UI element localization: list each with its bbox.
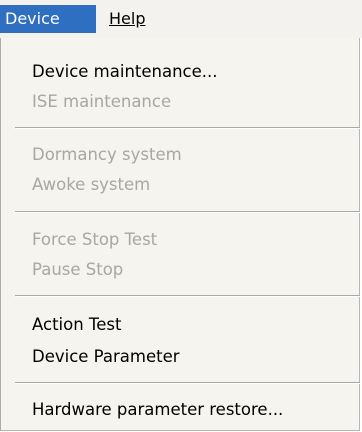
menu-help-label: Help bbox=[109, 9, 146, 28]
menu-item-action-test[interactable]: Action Test bbox=[32, 310, 121, 340]
menubar: Device Help bbox=[0, 0, 362, 38]
menu-item-force-stop-test: Force Stop Test bbox=[32, 230, 158, 249]
menu-item-dormancy-system: Dormancy system bbox=[32, 145, 182, 164]
menu-item-pause-stop: Pause Stop bbox=[32, 260, 124, 279]
menu-separator bbox=[15, 295, 360, 297]
menu-separator bbox=[15, 382, 360, 384]
menu-separator bbox=[15, 127, 360, 129]
device-dropdown-menu: Device maintenance... ISE maintenance Do… bbox=[0, 38, 360, 431]
menu-device[interactable]: Device bbox=[0, 5, 96, 33]
menu-separator bbox=[15, 211, 360, 213]
menu-item-device-parameter[interactable]: Device Parameter bbox=[32, 342, 180, 372]
menu-item-device-maintenance[interactable]: Device maintenance... bbox=[32, 57, 218, 87]
menu-device-label: Device bbox=[5, 9, 60, 28]
menu-item-ise-maintenance: ISE maintenance bbox=[32, 92, 172, 111]
menu-item-hardware-parameter-restore[interactable]: Hardware parameter restore... bbox=[32, 395, 283, 425]
menu-item-awoke-system: Awoke system bbox=[32, 175, 151, 194]
menu-help[interactable]: Help bbox=[104, 5, 150, 33]
